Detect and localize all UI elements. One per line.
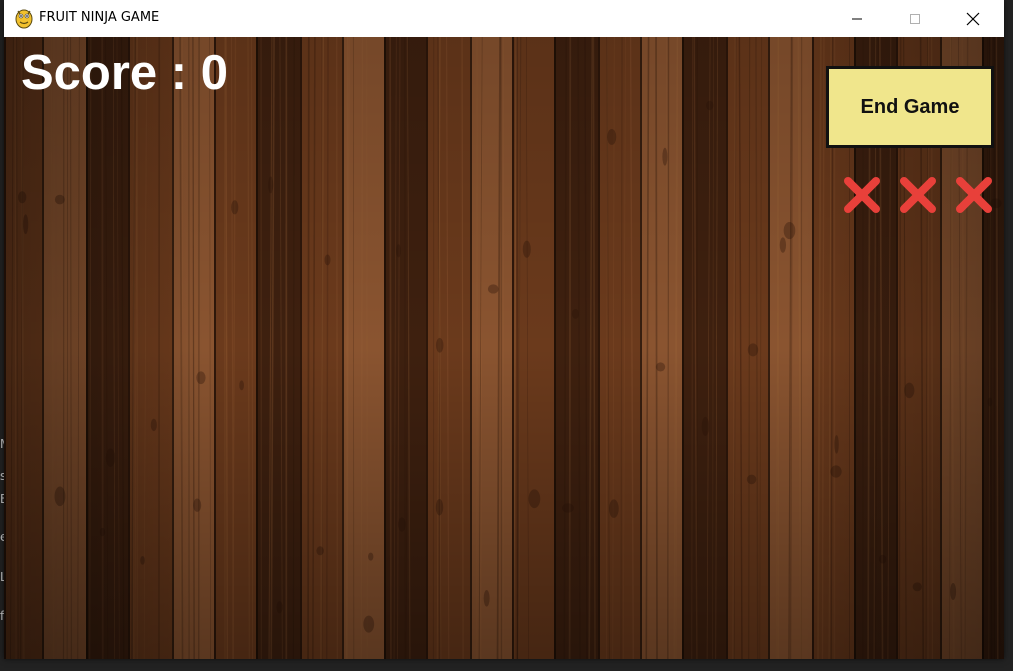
minimize-button[interactable] bbox=[828, 0, 886, 37]
game-window: FRUIT NINJA GAME Score: 0 End Game bbox=[4, 0, 1004, 659]
red-x-icon bbox=[956, 177, 992, 213]
minimize-icon bbox=[852, 18, 862, 19]
lives-indicator bbox=[840, 173, 1000, 217]
close-icon bbox=[966, 12, 980, 25]
close-button[interactable] bbox=[944, 0, 1002, 37]
red-x-icon bbox=[844, 177, 880, 213]
window-title: FRUIT NINJA GAME bbox=[39, 10, 160, 25]
pygame-snake-icon bbox=[14, 7, 34, 29]
maximize-icon bbox=[910, 13, 920, 24]
end-game-button[interactable]: End Game bbox=[826, 66, 994, 148]
red-x-icon bbox=[900, 177, 936, 213]
game-canvas[interactable]: Score : 0 End Game bbox=[4, 37, 1004, 659]
maximize-button[interactable] bbox=[886, 0, 944, 37]
score-label: Score : 0 bbox=[21, 46, 228, 100]
title-bar[interactable]: FRUIT NINJA GAME bbox=[4, 0, 1004, 37]
